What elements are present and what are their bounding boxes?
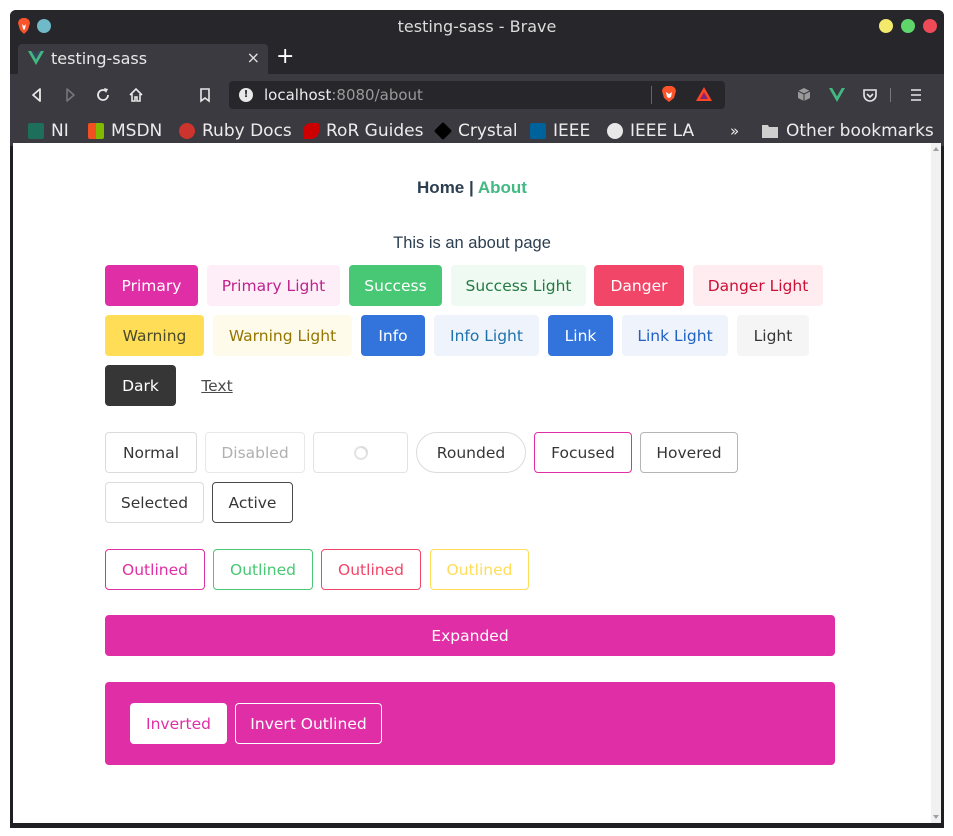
selected-button[interactable]: Selected <box>105 482 204 523</box>
warning-light-button[interactable]: Warning Light <box>213 315 352 356</box>
scroll-up-arrow[interactable] <box>933 147 939 151</box>
rails-icon <box>303 123 319 139</box>
url-path: :8080/about <box>331 86 423 104</box>
ieee-icon <box>530 123 546 139</box>
vue-icon <box>28 51 44 65</box>
brave-shield-icon[interactable] <box>661 85 677 103</box>
tab-bar: testing-sass × + <box>10 44 944 74</box>
close-window-button[interactable] <box>923 19 937 33</box>
text-button[interactable]: Text <box>185 365 249 406</box>
normal-button[interactable]: Normal <box>105 432 197 473</box>
primary-button[interactable]: Primary <box>105 265 198 306</box>
url-text[interactable]: localhost:8080/about <box>264 86 423 104</box>
loading-spinner-icon <box>353 445 368 460</box>
link-light-button[interactable]: Link Light <box>622 315 728 356</box>
success-light-button[interactable]: Success Light <box>451 265 586 306</box>
browser-tab[interactable]: testing-sass × <box>18 44 268 74</box>
expanded-button[interactable]: Expanded <box>105 615 835 656</box>
active-button[interactable]: Active <box>212 482 293 523</box>
new-tab-button[interactable]: + <box>276 46 294 68</box>
other-bookmarks-folder[interactable]: Other bookmarks <box>762 120 934 142</box>
nav-home-link[interactable]: Home <box>417 178 464 197</box>
info-icon[interactable]: ! <box>239 88 253 102</box>
scroll-down-arrow[interactable] <box>933 815 939 819</box>
bookmarks-overflow-button[interactable]: » <box>730 120 739 142</box>
globe-icon <box>607 123 623 139</box>
folder-icon <box>762 125 778 138</box>
inverted-section: Inverted Invert Outlined <box>105 682 835 765</box>
bookmark-label: RoR Guides <box>326 121 424 141</box>
bookmark-label: Ruby Docs <box>202 121 292 141</box>
vertical-scrollbar[interactable] <box>931 143 941 823</box>
dark-button[interactable]: Dark <box>105 365 176 406</box>
browser-window: testing-sass - Brave testing-sass × + ! … <box>10 10 944 828</box>
info-light-button[interactable]: Info Light <box>434 315 539 356</box>
success-button[interactable]: Success <box>349 265 442 306</box>
invert-outlined-button[interactable]: Invert Outlined <box>235 703 382 744</box>
bookmark-crystal[interactable]: Crystal <box>433 120 518 142</box>
ruby-icon <box>179 123 195 139</box>
address-bar[interactable]: ! localhost:8080/about <box>229 81 725 109</box>
outlined-success-button[interactable]: Outlined <box>213 549 313 590</box>
bookmark-label: IEEE LA <box>630 121 695 141</box>
maximize-button[interactable] <box>901 19 915 33</box>
hovered-button[interactable]: Hovered <box>640 432 738 473</box>
close-tab-icon[interactable]: × <box>247 48 260 67</box>
warning-button[interactable]: Warning <box>105 315 204 356</box>
outlined-danger-button[interactable]: Outlined <box>321 549 421 590</box>
bookmark-ni[interactable]: NI <box>28 120 69 142</box>
crystal-icon <box>433 121 453 141</box>
page-nav: Home | About <box>13 178 931 198</box>
extension-icon[interactable] <box>795 86 813 104</box>
tab-title: testing-sass <box>51 49 148 68</box>
bookmarks-bar: NI MSDN Ruby Docs RoR Guides Crystal IEE… <box>10 116 944 146</box>
minimize-button[interactable] <box>879 19 893 33</box>
info-button[interactable]: Info <box>361 315 425 356</box>
link-button[interactable]: Link <box>548 315 613 356</box>
home-icon[interactable] <box>127 86 145 104</box>
bookmark-label: MSDN <box>111 121 163 141</box>
bookmark-ruby-docs[interactable]: Ruby Docs <box>179 120 292 142</box>
about-page-text: This is an about page <box>393 234 551 252</box>
url-host: localhost <box>264 86 332 104</box>
disabled-button: Disabled <box>205 432 305 473</box>
window-title: testing-sass - Brave <box>397 17 557 36</box>
pocket-icon[interactable] <box>861 86 879 104</box>
bookmark-icon[interactable] <box>196 86 214 104</box>
outlined-primary-button[interactable]: Outlined <box>105 549 205 590</box>
outlined-warning-button[interactable]: Outlined <box>430 549 529 590</box>
primary-light-button[interactable]: Primary Light <box>207 265 340 306</box>
rounded-button[interactable]: Rounded <box>416 432 526 473</box>
focused-button[interactable]: Focused <box>534 432 632 473</box>
toolbar-divider <box>890 88 891 102</box>
ni-icon <box>28 123 44 139</box>
loading-button[interactable] <box>313 432 408 473</box>
bookmark-label: IEEE <box>553 121 591 141</box>
url-divider <box>651 86 652 104</box>
rewards-icon[interactable] <box>695 86 713 102</box>
microsoft-icon <box>88 123 104 139</box>
forward-icon[interactable] <box>61 86 79 104</box>
danger-light-button[interactable]: Danger Light <box>693 265 823 306</box>
nav-separator: | <box>469 178 474 197</box>
back-icon[interactable] <box>28 86 46 104</box>
danger-button[interactable]: Danger <box>594 265 684 306</box>
inverted-button[interactable]: Inverted <box>130 703 227 744</box>
menu-icon[interactable] <box>907 86 925 104</box>
bookmark-ror-guides[interactable]: RoR Guides <box>303 120 423 142</box>
toolbar: ! localhost:8080/about <box>10 74 944 116</box>
title-bar: testing-sass - Brave <box>10 10 944 44</box>
page-viewport: Home | About This is an about page Prima… <box>13 143 941 823</box>
reload-icon[interactable] <box>94 86 112 104</box>
bookmark-label: Crystal <box>458 121 518 141</box>
nav-about-link[interactable]: About <box>478 178 527 197</box>
bookmark-ieee[interactable]: IEEE <box>530 120 590 142</box>
vue-devtools-icon[interactable] <box>828 86 846 104</box>
light-button[interactable]: Light <box>737 315 809 356</box>
bookmark-msdn[interactable]: MSDN <box>88 120 162 142</box>
bookmark-ieee-la[interactable]: IEEE LA <box>607 120 694 142</box>
other-bookmarks-label: Other bookmarks <box>786 121 934 141</box>
bookmark-label: NI <box>51 121 69 141</box>
